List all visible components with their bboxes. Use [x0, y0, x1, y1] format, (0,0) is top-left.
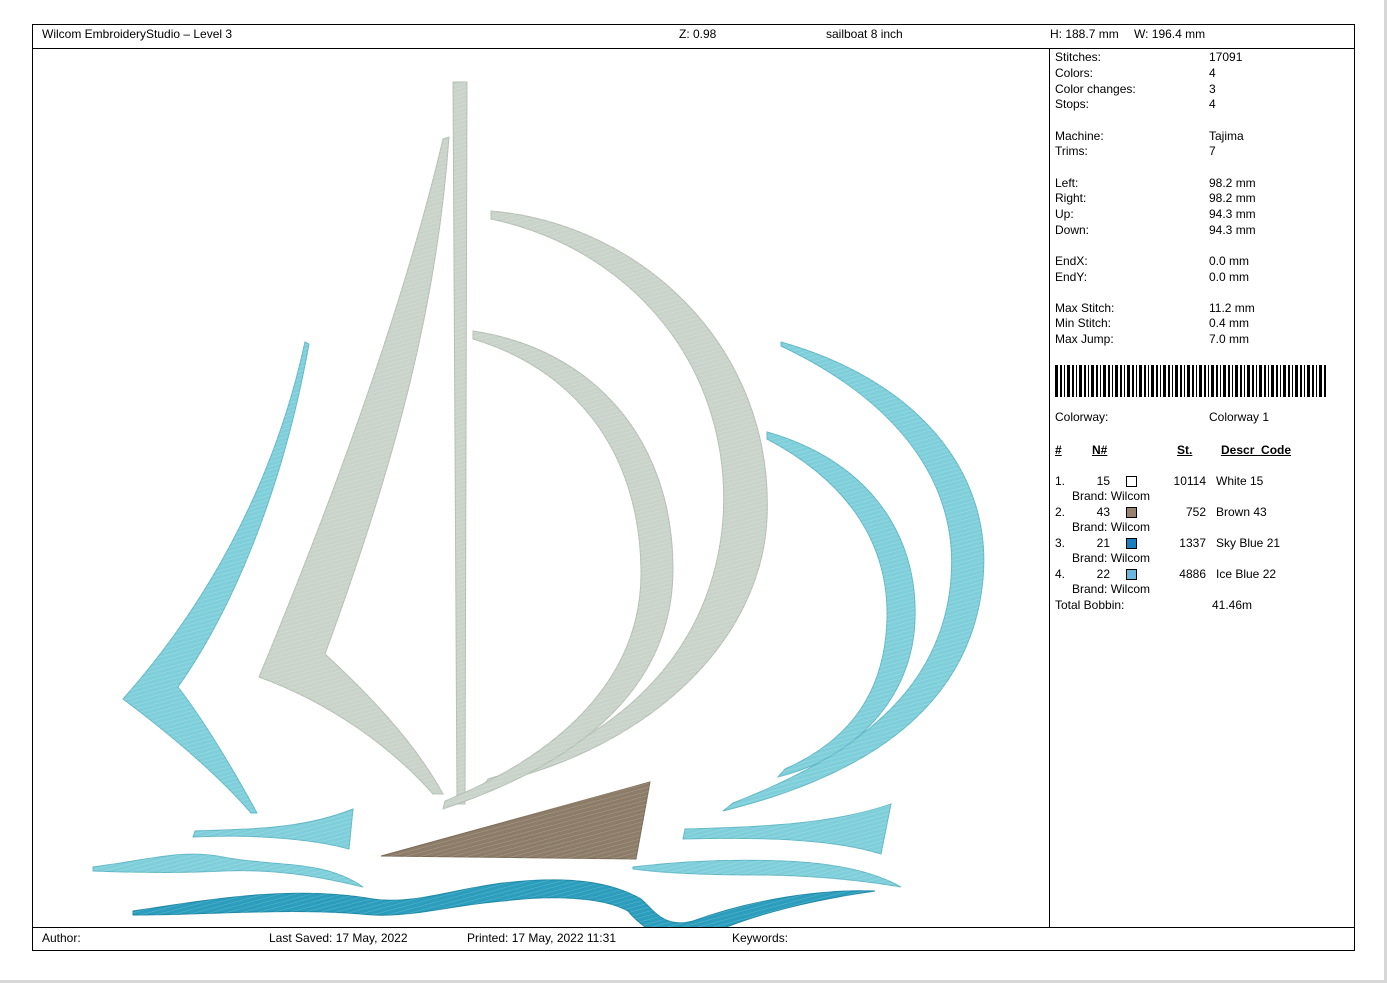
machine-value: Tajima [1209, 129, 1244, 143]
total-bobbin-value: 41.46m [1212, 598, 1253, 612]
sheet-header: Wilcom EmbroideryStudio – Level 3 Z: 0.9… [33, 25, 1354, 49]
stitches-value: 17091 [1209, 50, 1243, 64]
endy-label: EndY: [1055, 270, 1088, 284]
up-label: Up: [1055, 207, 1074, 221]
keywords-field: Keywords: [732, 931, 789, 945]
colorway-label: Colorway: [1055, 410, 1109, 424]
color-table-header-number: N# [1092, 443, 1108, 457]
left-jib-sail [122, 341, 310, 814]
stops-label: Stops: [1055, 97, 1090, 111]
min-stitch-label: Min Stitch: [1055, 316, 1112, 330]
color-row-stitches: 752 [1185, 505, 1206, 519]
hull [380, 781, 651, 860]
trims-label: Trims: [1055, 144, 1088, 158]
design-info-panel: Stitches: 17091 Colors: 4 Color changes:… [1049, 49, 1355, 927]
down-label: Down: [1055, 223, 1090, 237]
left-wave-flag [192, 808, 354, 850]
sailboat-artwork [33, 49, 1049, 942]
zoom-level: Z: 0.98 [679, 27, 717, 41]
color-row-number: 22 [1096, 567, 1110, 581]
endy-value: 0.0 mm [1209, 270, 1250, 284]
color-row-stitches: 10114 [1173, 474, 1206, 488]
app-title: Wilcom EmbroideryStudio – Level 3 [42, 27, 233, 41]
color-swatch [1126, 507, 1137, 518]
color-row-number: 43 [1096, 505, 1110, 519]
color-row-index: 4. [1055, 567, 1066, 581]
wave-light-right [632, 859, 902, 888]
color-changes-label: Color changes: [1055, 82, 1136, 96]
colorway-value: Colorway 1 [1209, 410, 1270, 424]
color-row-brand: Brand: Wilcom [1072, 489, 1151, 503]
trims-value: 7 [1209, 144, 1216, 158]
colors-label: Colors: [1055, 66, 1094, 80]
max-stitch-value: 11.2 mm [1209, 301, 1255, 315]
sheet-footer: Author: Last Saved: 17 May, 2022 Printed… [33, 927, 1354, 950]
design-height: H: 188.7 mm [1050, 27, 1119, 41]
color-table-header-desc: Descr_Code [1221, 443, 1292, 457]
right-label: Right: [1055, 191, 1087, 205]
main-sail-right-inner [442, 330, 674, 810]
colors-value: 4 [1209, 66, 1216, 80]
color-row-index: 3. [1055, 536, 1066, 550]
mast [452, 81, 468, 805]
down-value: 94.3 mm [1209, 223, 1256, 237]
color-row-brand: Brand: Wilcom [1072, 582, 1151, 596]
max-stitch-label: Max Stitch: [1055, 301, 1115, 315]
right-wave-flag [682, 803, 892, 855]
color-swatch [1126, 476, 1137, 487]
max-jump-value: 7.0 mm [1209, 332, 1250, 346]
color-row-number: 21 [1096, 536, 1110, 550]
wave-dark [132, 879, 876, 942]
up-value: 94.3 mm [1209, 207, 1256, 221]
wave-light-left [92, 853, 364, 888]
color-row-desc: Brown 43 [1216, 505, 1267, 519]
print-sheet: Wilcom EmbroideryStudio – Level 3 Z: 0.9… [32, 24, 1355, 951]
design-width: W: 196.4 mm [1134, 27, 1206, 41]
author-field: Author: [42, 931, 81, 945]
color-table-header-stitches: St. [1177, 443, 1193, 457]
stops-value: 4 [1209, 97, 1216, 111]
color-row-number: 15 [1096, 474, 1110, 488]
color-swatch [1126, 569, 1137, 580]
right-value: 98.2 mm [1209, 191, 1256, 205]
color-row-index: 1. [1055, 474, 1066, 488]
left-label: Left: [1055, 176, 1079, 190]
color-table-header-index: # [1055, 443, 1062, 457]
color-row-stitches: 1337 [1179, 536, 1206, 550]
min-stitch-value: 0.4 mm [1209, 316, 1250, 330]
total-bobbin-label: Total Bobbin: [1055, 598, 1125, 612]
last-saved-field: Last Saved: 17 May, 2022 [269, 931, 408, 945]
color-row-index: 2. [1055, 505, 1066, 519]
color-changes-value: 3 [1209, 82, 1216, 96]
design-preview [33, 49, 1049, 942]
color-row-brand: Brand: Wilcom [1072, 551, 1151, 565]
printed-field: Printed: 17 May, 2022 11:31 [467, 931, 616, 945]
machine-label: Machine: [1055, 129, 1104, 143]
stitches-label: Stitches: [1055, 50, 1102, 64]
color-row-desc: Sky Blue 21 [1216, 536, 1281, 550]
color-row-desc: Ice Blue 22 [1216, 567, 1277, 581]
main-sail-left [258, 136, 450, 795]
color-row-desc: White 15 [1216, 474, 1264, 488]
barcode-icon [1055, 365, 1326, 397]
color-swatch [1126, 538, 1137, 549]
left-value: 98.2 mm [1209, 176, 1256, 190]
endx-value: 0.0 mm [1209, 254, 1250, 268]
endx-label: EndX: [1055, 254, 1088, 268]
color-row-stitches: 4886 [1179, 567, 1206, 581]
design-name: sailboat 8 inch [826, 27, 903, 41]
max-jump-label: Max Jump: [1055, 332, 1114, 346]
color-row-brand: Brand: Wilcom [1072, 520, 1151, 534]
